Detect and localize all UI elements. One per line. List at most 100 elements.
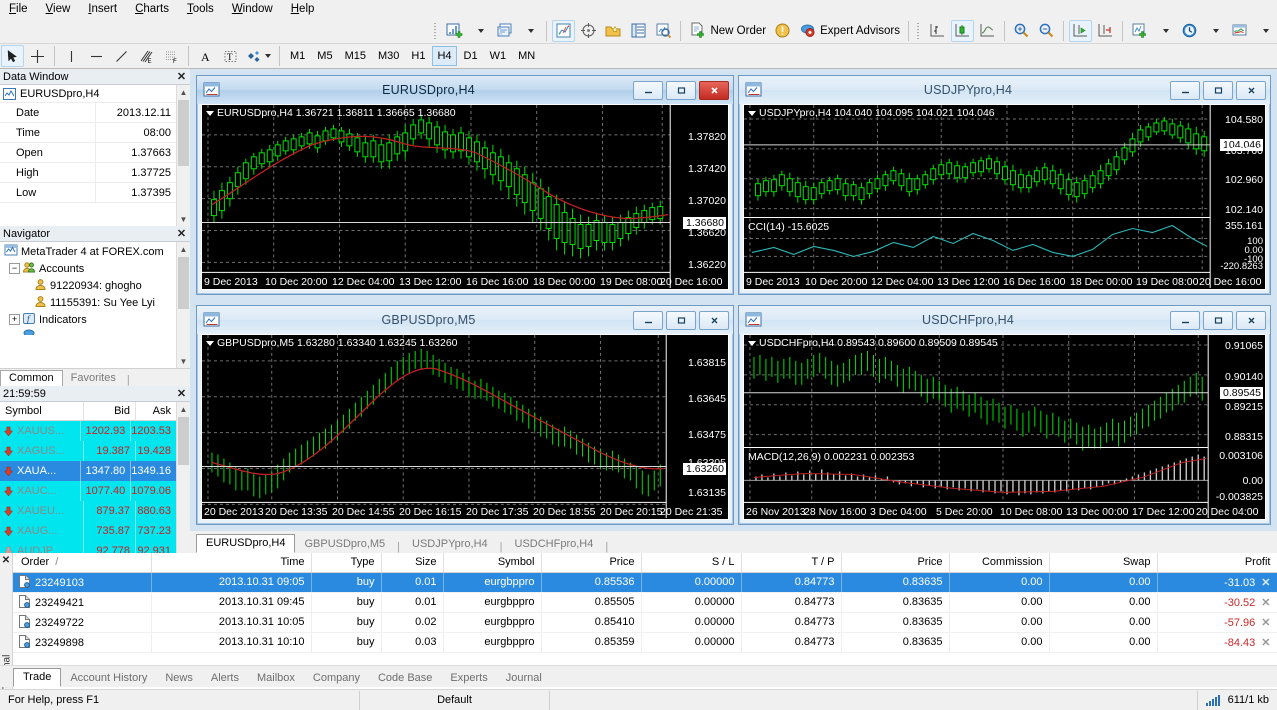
profiles-dropdown[interactable] — [518, 20, 541, 42]
timeframe-h4[interactable]: H4 — [432, 46, 457, 66]
close-button[interactable] — [699, 80, 729, 100]
text-icon[interactable]: A — [194, 45, 217, 67]
restore-button[interactable] — [1203, 310, 1233, 330]
chart-canvas-usdjpy[interactable]: USDJPYpro,H4 104.040 104.095 104.021 104… — [743, 104, 1266, 290]
chart-canvas-gbpusd[interactable]: GBPUSDpro,M5 1.63280 1.63340 1.63245 1.6… — [201, 334, 729, 520]
terminal-button[interactable] — [627, 20, 650, 42]
minimize-button[interactable] — [633, 80, 663, 100]
period-button[interactable] — [1178, 20, 1201, 42]
market-watch-row[interactable]: XAGUS... 19.387 19.428 — [0, 441, 176, 461]
chart-titlebar[interactable]: GBPUSDpro,M5 — [197, 306, 733, 334]
menu-item-insert[interactable]: Insert — [79, 2, 126, 17]
indicators-dropdown[interactable] — [1153, 20, 1176, 42]
profiles-button[interactable] — [493, 20, 516, 42]
navigator-button[interactable] — [577, 20, 600, 42]
column-commission[interactable]: Commission — [949, 553, 1050, 573]
market-watch-close-icon[interactable]: ✕ — [175, 387, 188, 400]
expert-advisors-button[interactable]: Expert Advisors — [796, 20, 903, 42]
close-order-icon[interactable]: ✕ — [1255, 577, 1270, 589]
timeframe-m30[interactable]: M30 — [373, 46, 404, 66]
toolbar-grip-charts[interactable] — [915, 20, 922, 41]
metaeditor-button[interactable] — [771, 20, 794, 42]
data-window-close-icon[interactable]: ✕ — [175, 70, 188, 83]
column-time[interactable]: Time — [151, 553, 312, 573]
timeframe-w1[interactable]: W1 — [485, 46, 512, 66]
chart-dropdown-icon[interactable] — [748, 110, 756, 116]
column-symbol[interactable]: Symbol — [443, 553, 542, 573]
terminal-tab-account-history[interactable]: Account History — [61, 670, 156, 687]
chart-tab-eurusd[interactable]: EURUSDpro,H4 — [196, 534, 296, 553]
column-tp[interactable]: T / P — [741, 553, 842, 573]
column-swap[interactable]: Swap — [1049, 553, 1158, 573]
terminal-tab-experts[interactable]: Experts — [441, 670, 496, 687]
column-symbol[interactable]: Symbol — [0, 402, 84, 420]
chart-titlebar[interactable]: EURUSDpro,H4 — [197, 76, 733, 104]
terminal-tab-alerts[interactable]: Alerts — [202, 670, 248, 687]
chart-window-usdjpy[interactable]: USDJPYpro,H4 USDJPYpro,H4 104.040 104.09… — [738, 75, 1271, 295]
terminal-tab-company[interactable]: Company — [304, 670, 369, 687]
close-button[interactable] — [699, 310, 729, 330]
status-profile[interactable]: Default — [360, 690, 550, 710]
new-chart-dropdown[interactable] — [468, 20, 491, 42]
cursor-icon[interactable] — [1, 45, 24, 67]
scroll-up-icon[interactable]: ▲ — [177, 402, 190, 416]
timeframe-m5[interactable]: M5 — [312, 46, 337, 66]
nav-account-item[interactable]: 11155391: Su Yee Lyi — [0, 294, 176, 311]
chart-canvas-eurusd[interactable]: EURUSDpro,H4 1.36721 1.36811 1.36665 1.3… — [201, 104, 729, 290]
candlestick-chart-button[interactable] — [951, 19, 974, 42]
strategy-tester-button[interactable] — [652, 20, 675, 42]
close-button[interactable] — [1236, 80, 1266, 100]
toolbar-grip[interactable] — [432, 20, 440, 41]
minimize-button[interactable] — [633, 310, 663, 330]
navigator-tab-common[interactable]: Common — [0, 370, 63, 386]
menu-item-view[interactable]: View — [37, 2, 80, 17]
table-row[interactable]: 23249722 2013.10.31 10:05 buy 0.02 eurgb… — [13, 612, 1277, 633]
favorites-button[interactable] — [602, 20, 625, 42]
terminal-tab-news[interactable]: News — [156, 670, 202, 687]
market-watch-row-selected[interactable]: XAUA... 1347.80 1349.16 — [0, 461, 176, 481]
timeframe-m1[interactable]: M1 — [285, 46, 310, 66]
minimize-button[interactable] — [1170, 310, 1200, 330]
nav-accounts[interactable]: − Accounts — [0, 260, 176, 277]
terminal-tab-trade[interactable]: Trade — [13, 668, 62, 687]
zoom-in-button[interactable] — [1010, 20, 1033, 42]
market-watch-row[interactable]: XAUEU... 879.37 880.63 — [0, 501, 176, 521]
trendline-icon[interactable] — [110, 45, 133, 67]
equidistant-channel-icon[interactable]: E — [135, 45, 158, 67]
navigator-scrollbar[interactable]: ▲ ▼ — [176, 242, 190, 368]
new-order-button[interactable]: New Order — [686, 20, 769, 42]
auto-scroll-button[interactable] — [1069, 19, 1092, 42]
indicators-button[interactable] — [1128, 20, 1151, 42]
table-row[interactable]: 23249421 2013.10.31 09:45 buy 0.01 eurgb… — [13, 592, 1277, 613]
chart-tab-usdchf[interactable]: USDCHFpro,H4 — [506, 536, 603, 553]
chart-dropdown-icon[interactable] — [206, 340, 214, 346]
chart-shift-button[interactable] — [1094, 20, 1117, 42]
column-ask[interactable]: Ask — [136, 402, 176, 420]
nav-account-item[interactable]: 91220934: ghogho — [0, 277, 176, 294]
scroll-down-icon[interactable]: ▼ — [177, 212, 190, 226]
chart-window-gbpusd[interactable]: GBPUSDpro,M5 GBPUSDpro,M5 1.63280 1.6334… — [196, 305, 734, 525]
market-watch-button[interactable] — [552, 19, 576, 42]
data-window-scrollbar[interactable]: ▲ ▼ — [176, 85, 190, 226]
chart-titlebar[interactable]: USDJPYpro,H4 — [739, 76, 1270, 104]
column-price-current[interactable]: Price — [841, 553, 950, 573]
chart-window-eurusd[interactable]: EURUSDpro,H4 EURUSDpro,H4 1.36721 1.3681… — [196, 75, 734, 295]
market-watch-row[interactable]: XAUUS... 1202.93 1203.53 — [0, 421, 176, 441]
terminal-tab-mailbox[interactable]: Mailbox — [248, 670, 304, 687]
crosshair-icon[interactable] — [26, 45, 49, 67]
chart-canvas-usdchf[interactable]: USDCHFpro,H4 0.89543 0.89600 0.89509 0.8… — [743, 334, 1266, 520]
menu-item-help[interactable]: Help — [282, 2, 324, 17]
text-label-icon[interactable]: T — [219, 45, 242, 67]
fibonacci-icon[interactable]: F — [160, 45, 183, 67]
navigator-close-icon[interactable]: ✕ — [175, 227, 188, 240]
menu-item-window[interactable]: Window — [223, 2, 282, 17]
restore-button[interactable] — [666, 310, 696, 330]
timeframe-d1[interactable]: D1 — [459, 46, 483, 66]
chart-tab-gbpusd[interactable]: GBPUSDpro,M5 — [295, 536, 394, 553]
menu-item-file[interactable]: FFileile — [0, 2, 37, 17]
table-row[interactable]: 23249103 2013.10.31 09:05 buy 0.01 eurgb… — [13, 572, 1277, 593]
terminal-close-icon[interactable]: ✕ — [0, 555, 12, 566]
chart-tab-usdjpy[interactable]: USDJPYpro,H4 — [403, 536, 497, 553]
column-bid[interactable]: Bid — [84, 402, 136, 420]
timeframe-h1[interactable]: H1 — [406, 46, 430, 66]
